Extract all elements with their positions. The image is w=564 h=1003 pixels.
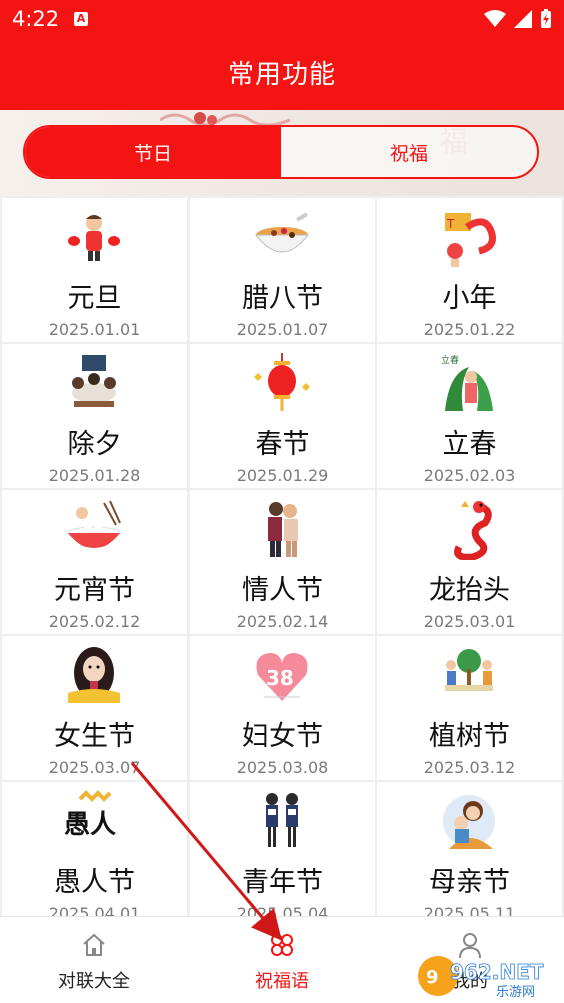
- tab-blessings[interactable]: 祝福: [281, 127, 537, 177]
- holiday-date: 2025.03.07: [48, 758, 141, 777]
- holiday-date: 2025.01.01: [48, 320, 141, 339]
- holiday-name: 元宵节: [54, 575, 135, 606]
- notification-icon: A: [74, 12, 88, 26]
- holiday-name: 植树节: [429, 721, 510, 752]
- holiday-name: 妇女节: [242, 721, 323, 752]
- students-icon: [266, 793, 298, 847]
- home-icon: [83, 933, 105, 956]
- bottom-tab-bar: 对联大全 祝福语 我的 9 962.NET 乐游网: [0, 916, 564, 1003]
- svg-text:38: 38: [266, 666, 294, 690]
- page-title: 常用功能: [227, 60, 336, 90]
- svg-text:T: T: [446, 217, 455, 231]
- holiday-cell[interactable]: 元宵节 2025.02.12: [2, 490, 187, 634]
- svg-text:立春: 立春: [441, 354, 459, 366]
- red-dragon-icon: [454, 501, 492, 560]
- holiday-date: 2025.03.08: [236, 758, 329, 777]
- tab-blessing-phrases[interactable]: 祝福语: [188, 917, 376, 1003]
- family-dinner-icon: [72, 355, 116, 407]
- tab-couplets[interactable]: 对联大全: [0, 917, 188, 1003]
- april-fools-icon: 愚人: [64, 790, 116, 840]
- holiday-date: 2025.02.14: [236, 612, 329, 631]
- site-watermark: 9 962.NET 乐游网: [418, 956, 544, 999]
- holiday-name: 小年: [442, 283, 497, 314]
- heart-38-icon: 38: [256, 653, 308, 701]
- girl-portrait-icon: [68, 647, 120, 703]
- holiday-cell[interactable]: 女生节 2025.03.07: [2, 636, 187, 780]
- tab-holidays[interactable]: 节日: [25, 127, 281, 177]
- holiday-cell[interactable]: 春节 2025.01.29: [190, 344, 375, 488]
- watermark-text: 962.NET: [450, 960, 544, 984]
- holiday-grid: 元旦 2025.01.01 腊八节 2025.01.07 T 小年 2025.01.22 除夕…: [0, 196, 564, 916]
- signal-icon: [514, 10, 532, 28]
- svg-text:愚人: 愚人: [64, 810, 116, 840]
- dragon-dance-icon: T: [445, 213, 496, 267]
- holiday-name: 青年节: [242, 867, 323, 898]
- holiday-name: 春节: [255, 429, 310, 460]
- watermark-sub: 乐游网: [496, 985, 535, 999]
- holiday-date: 2025.02.12: [48, 612, 141, 631]
- holiday-cell[interactable]: 植树节 2025.03.12: [377, 636, 562, 780]
- boy-with-lanterns-icon: [68, 215, 120, 261]
- svg-text:9: 9: [426, 967, 439, 988]
- status-time: 4:22: [12, 7, 60, 31]
- holiday-name: 女生节: [54, 721, 135, 752]
- holiday-cell[interactable]: 情人节 2025.02.14: [190, 490, 375, 634]
- holiday-name: 立春: [442, 429, 497, 460]
- holiday-name: 腊八节: [242, 283, 323, 314]
- holiday-cell[interactable]: 立春 立春 2025.02.03: [377, 344, 562, 488]
- holiday-date: 2025.01.28: [48, 466, 141, 485]
- holiday-date: 2025.05.11: [423, 904, 516, 916]
- category-segment: 节日 祝福: [23, 125, 539, 179]
- mother-child-icon: [443, 795, 495, 849]
- holiday-cell[interactable]: 腊八节 2025.01.07: [190, 198, 375, 342]
- holiday-cell[interactable]: 38 妇女节 2025.03.08: [190, 636, 375, 780]
- flower-icon: [271, 934, 293, 956]
- holiday-cell[interactable]: 元旦 2025.01.01: [2, 198, 187, 342]
- holiday-cell[interactable]: 龙抬头 2025.03.01: [377, 490, 562, 634]
- status-bar: 4:22 A: [0, 0, 564, 40]
- holiday-date: 2025.01.22: [423, 320, 516, 339]
- tangyuan-bowl-icon: [67, 500, 121, 550]
- wifi-icon: [484, 10, 506, 27]
- tree-planting-icon: [445, 649, 493, 691]
- holiday-name: 除夕: [67, 429, 122, 460]
- holiday-date: 2025.01.07: [236, 320, 329, 339]
- tab-blessing-phrases-label: 祝福语: [255, 971, 309, 992]
- holiday-date: 2025.02.03: [423, 466, 516, 485]
- battery-icon: [541, 9, 551, 28]
- couple-icon: [268, 502, 298, 557]
- holiday-date: 2025.01.29: [236, 466, 329, 485]
- holiday-name: 龙抬头: [429, 575, 510, 606]
- holiday-date: 2025.03.01: [423, 612, 516, 631]
- holiday-name: 愚人节: [54, 867, 135, 898]
- red-lantern-icon: [254, 353, 310, 411]
- holiday-cell[interactable]: 除夕 2025.01.28: [2, 344, 187, 488]
- holiday-name: 元旦: [67, 283, 122, 314]
- holiday-date: 2025.04.01: [48, 904, 141, 916]
- holiday-name: 情人节: [242, 575, 323, 606]
- holiday-cell[interactable]: 青年节 2025.05.04: [190, 782, 375, 916]
- porridge-bowl-icon: [254, 213, 310, 253]
- holiday-date: 2025.03.12: [423, 758, 516, 777]
- holiday-cell[interactable]: T 小年 2025.01.22: [377, 198, 562, 342]
- holiday-cell[interactable]: 母亲节 2025.05.11: [377, 782, 562, 916]
- app-header: 常用功能: [0, 40, 564, 110]
- tab-couplets-label: 对联大全: [58, 971, 130, 992]
- girl-with-plant-icon: 立春: [441, 354, 493, 411]
- holiday-name: 母亲节: [429, 867, 510, 898]
- holiday-cell[interactable]: 愚人愚人节 2025.04.01: [2, 782, 187, 916]
- status-icons: [484, 9, 552, 29]
- holiday-date: 2025.05.04: [236, 904, 329, 916]
